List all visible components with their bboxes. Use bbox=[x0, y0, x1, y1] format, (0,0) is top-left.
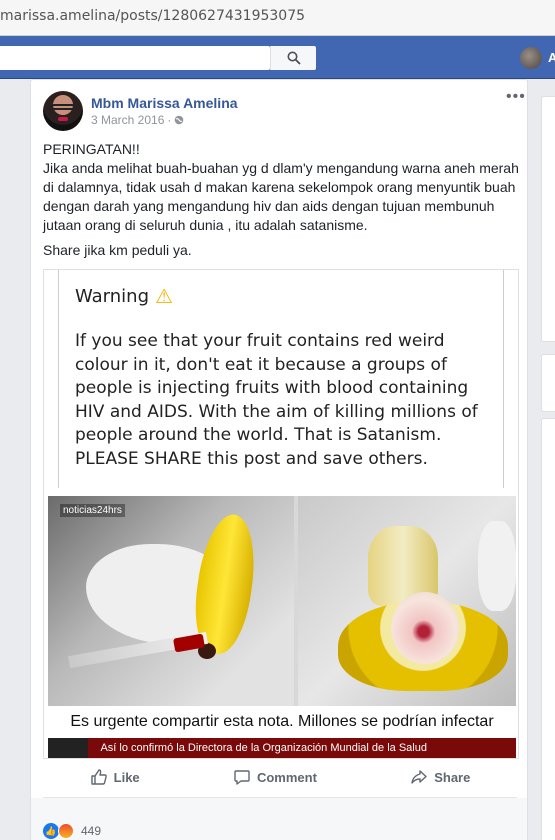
warning-panel: Warning ⚠ If you see that your fruit con… bbox=[58, 270, 504, 488]
right-sidebar-panel bbox=[541, 418, 555, 840]
post-share-note: Share jika km peduli ya. bbox=[43, 242, 192, 258]
comment-icon bbox=[234, 770, 250, 785]
ticker-tag bbox=[48, 738, 88, 758]
author-name-link[interactable]: Mbm Marissa Amelina bbox=[91, 95, 238, 111]
right-sidebar-panel bbox=[541, 96, 555, 342]
post-meta: 3 March 2016 · bbox=[91, 113, 184, 127]
post-body: Jika anda melihat buah-buahan yg d dlam'… bbox=[43, 160, 519, 233]
post-date-link[interactable]: 3 March 2016 bbox=[91, 113, 164, 127]
image-caption: Es urgente compartir esta nota. Millones… bbox=[48, 706, 516, 738]
search-button[interactable] bbox=[270, 46, 316, 70]
warning-icon: ⚠ bbox=[155, 284, 173, 308]
channel-logo: noticias24hrs bbox=[60, 504, 125, 517]
glove-shape bbox=[478, 521, 516, 611]
warning-body: If you see that your fruit contains red … bbox=[75, 331, 478, 469]
like-button[interactable]: Like bbox=[90, 768, 140, 786]
search-icon bbox=[287, 51, 301, 65]
lips-shape bbox=[58, 117, 68, 121]
post-text: PERINGATAN!! Jika anda melihat buah-buah… bbox=[43, 140, 523, 260]
author-avatar[interactable] bbox=[43, 91, 83, 131]
ticker-text: Así lo confirmó la Directora de la Organ… bbox=[100, 742, 427, 754]
meta-separator: · bbox=[167, 113, 172, 127]
share-icon bbox=[411, 770, 427, 784]
reaction-count[interactable]: 449 bbox=[81, 824, 101, 838]
reaction-summary[interactable]: 👍 449 bbox=[43, 823, 101, 839]
glasses-shape bbox=[51, 104, 75, 110]
profile-avatar[interactable] bbox=[520, 47, 542, 69]
profile-name[interactable]: A bbox=[548, 50, 555, 65]
post-card: Mbm Marissa Amelina 3 March 2016 · ••• P… bbox=[30, 79, 528, 840]
share-label: Share bbox=[434, 769, 471, 785]
news-ticker: Así lo confirmó la Directora de la Organ… bbox=[48, 738, 516, 758]
browser-url-bar[interactable]: marissa.amelina/posts/1280627431953075 bbox=[0, 0, 555, 36]
like-label: Like bbox=[113, 769, 140, 785]
comment-button[interactable]: Comment bbox=[233, 768, 317, 786]
reactions-bar: 👍 449 bbox=[31, 798, 527, 840]
like-reaction-icon: 👍 bbox=[43, 823, 59, 839]
warning-title-text: Warning bbox=[75, 285, 150, 307]
globe-icon[interactable] bbox=[174, 115, 184, 125]
warning-title: Warning ⚠ bbox=[75, 284, 173, 308]
banana-photo: noticias24hrs Es urgente compartir esta … bbox=[48, 496, 516, 758]
right-sidebar-panel bbox=[541, 354, 555, 412]
comment-label: Comment bbox=[256, 769, 317, 785]
banana-flesh-shape bbox=[391, 592, 459, 664]
url-text[interactable]: marissa.amelina/posts/1280627431953075 bbox=[0, 8, 305, 24]
post-actions: Like Comment Share bbox=[43, 761, 517, 793]
more-icon[interactable]: ••• bbox=[506, 88, 526, 106]
facebook-top-bar bbox=[0, 36, 555, 79]
post-heading: PERINGATAN!! bbox=[43, 141, 140, 157]
like-icon bbox=[90, 769, 107, 785]
search-input[interactable] bbox=[0, 46, 270, 70]
share-button[interactable]: Share bbox=[410, 768, 470, 786]
shared-image[interactable]: Warning ⚠ If you see that your fruit con… bbox=[43, 269, 519, 759]
angry-reaction-icon bbox=[58, 823, 74, 839]
